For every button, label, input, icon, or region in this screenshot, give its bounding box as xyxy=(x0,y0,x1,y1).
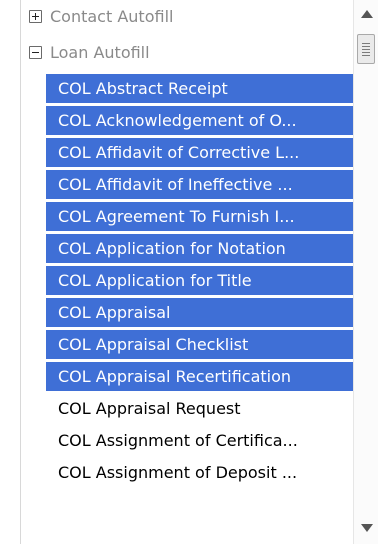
group-contact-autofill[interactable]: Contact Autofill xyxy=(21,0,354,32)
list-item[interactable]: COL Affidavit of Ineffective ... xyxy=(46,170,354,199)
loan-autofill-items: COL Abstract Receipt COL Acknowledgement … xyxy=(46,74,354,490)
scroll-thumb[interactable] xyxy=(357,34,375,64)
autofill-tree: Contact Autofill Loan Autofill COL Abstr… xyxy=(21,0,354,544)
scroll-thumb-grip-icon xyxy=(362,46,370,47)
scroll-thumb-grip-icon xyxy=(362,49,370,50)
group-loan-autofill[interactable]: Loan Autofill xyxy=(21,36,354,68)
list-item[interactable]: COL Affidavit of Corrective L... xyxy=(46,138,354,167)
plus-icon[interactable] xyxy=(29,9,42,23)
group-label: Contact Autofill xyxy=(50,6,174,26)
list-item[interactable]: COL Appraisal Checklist xyxy=(46,330,354,359)
arrow-up-icon[interactable] xyxy=(361,10,373,18)
list-item[interactable]: COL Abstract Receipt xyxy=(46,74,354,103)
list-item[interactable]: COL Assignment of Certifica... xyxy=(46,426,354,455)
scroll-thumb-grip-icon xyxy=(362,52,370,53)
list-item[interactable]: COL Assignment of Deposit ... xyxy=(46,458,354,487)
list-item[interactable]: COL Application for Notation xyxy=(46,234,354,263)
arrow-down-icon[interactable] xyxy=(361,524,373,532)
scroll-thumb-grip-icon xyxy=(362,43,370,44)
autofill-tree-panel: Contact Autofill Loan Autofill COL Abstr… xyxy=(20,0,378,544)
list-item[interactable]: COL Acknowledgement of O... xyxy=(46,106,354,135)
list-item[interactable]: COL Application for Title xyxy=(46,266,354,295)
scroll-thumb-grip-icon xyxy=(362,55,370,56)
list-item[interactable]: COL Agreement To Furnish I... xyxy=(46,202,354,231)
vertical-scrollbar[interactable] xyxy=(353,0,378,544)
list-item[interactable]: COL Appraisal Recertification xyxy=(46,362,354,391)
minus-icon[interactable] xyxy=(29,45,42,59)
list-item[interactable]: COL Appraisal xyxy=(46,298,354,327)
group-label: Loan Autofill xyxy=(50,42,150,62)
list-item[interactable]: COL Appraisal Request xyxy=(46,394,354,423)
